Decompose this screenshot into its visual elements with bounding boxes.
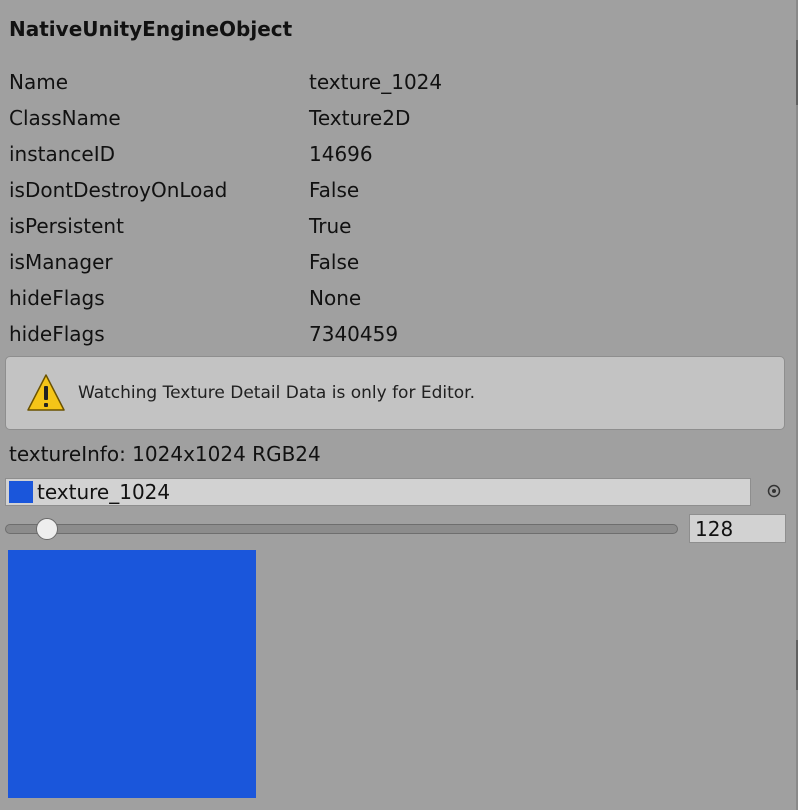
property-row-classname: ClassName Texture2D (9, 100, 769, 136)
property-key: instanceID (9, 142, 116, 166)
warning-icon (27, 374, 65, 411)
size-value-field[interactable]: 128 (689, 514, 786, 543)
helpbox-message: Watching Texture Detail Data is only for… (78, 383, 476, 403)
object-picker-button[interactable] (766, 483, 782, 499)
property-row-isdontdestroyonload: isDontDestroyOnLoad False (9, 172, 769, 208)
object-picker-icon (767, 484, 781, 498)
property-row-hideflags-raw: hideFlags 7340459 (9, 316, 769, 352)
property-value: 14696 (309, 142, 373, 166)
property-value: 7340459 (309, 322, 399, 346)
property-row-hideflags: hideFlags None (9, 280, 769, 316)
property-value: False (309, 250, 360, 274)
property-key: hideFlags (9, 322, 105, 346)
property-key: isManager (9, 250, 113, 274)
property-key: ClassName (9, 106, 121, 130)
property-list: Name texture_1024 ClassName Texture2D in… (9, 64, 769, 352)
size-slider-track[interactable] (5, 524, 678, 534)
property-row-ispersistent: isPersistent True (9, 208, 769, 244)
texture-object-field[interactable]: texture_1024 (5, 478, 751, 506)
texture-preview (8, 550, 256, 798)
texture-swatch-icon (9, 481, 33, 503)
property-key: Name (9, 70, 69, 94)
inspector-title: NativeUnityEngineObject (9, 17, 293, 41)
property-value: None (309, 286, 362, 310)
texture-info-label: textureInfo: 1024x1024 RGB24 (9, 442, 321, 466)
property-row-ismanager: isManager False (9, 244, 769, 280)
property-value: Texture2D (309, 106, 411, 130)
texture-object-name: texture_1024 (37, 480, 171, 504)
property-value: texture_1024 (309, 70, 443, 94)
property-value: False (309, 178, 360, 202)
property-key: isPersistent (9, 214, 124, 238)
size-slider-thumb[interactable] (36, 518, 58, 540)
property-key: hideFlags (9, 286, 105, 310)
property-key: isDontDestroyOnLoad (9, 178, 228, 202)
property-value: True (309, 214, 352, 238)
property-row-name: Name texture_1024 (9, 64, 769, 100)
editor-only-helpbox: Watching Texture Detail Data is only for… (5, 356, 785, 430)
property-row-instanceid: instanceID 14696 (9, 136, 769, 172)
